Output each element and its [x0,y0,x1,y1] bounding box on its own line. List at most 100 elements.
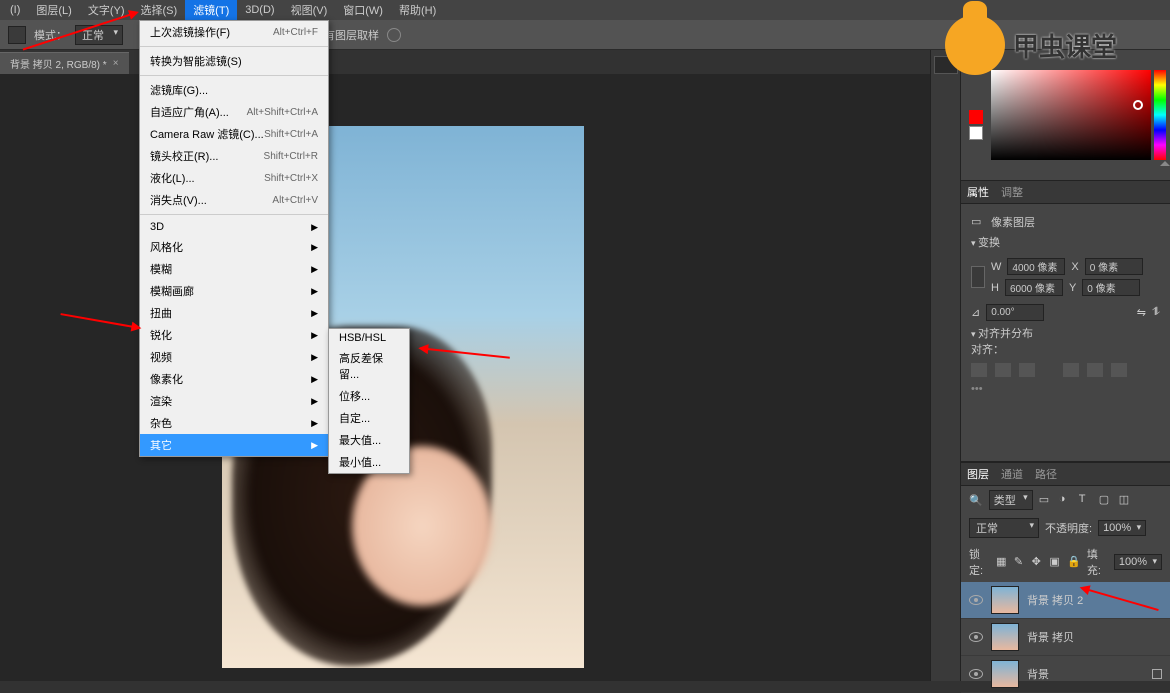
align-center-icon[interactable] [995,363,1011,377]
menu-distort[interactable]: 扭曲▶ [140,302,328,324]
menu-item[interactable]: 3D(D) [237,2,282,18]
menu-noise[interactable]: 杂色▶ [140,412,328,434]
menu-vanishing-point[interactable]: 消失点(V)... Alt+Ctrl+V [140,189,328,211]
tab-channels[interactable]: 通道 [1001,466,1023,482]
filter-pixel-icon[interactable]: ▭ [1039,493,1053,507]
fill-dropdown[interactable]: 100% [1114,554,1162,570]
tab-properties[interactable]: 属性 [967,184,989,200]
tool-preset-icon[interactable] [8,26,26,44]
blend-mode-dropdown[interactable]: 正常 [969,518,1039,538]
menu-pixelate[interactable]: 像素化▶ [140,368,328,390]
menu-blur-gallery[interactable]: 模糊画廊▶ [140,280,328,302]
menu-item[interactable]: 视图(V) [283,0,336,20]
submenu-offset[interactable]: 位移... [329,385,409,407]
menu-blur[interactable]: 模糊▶ [140,258,328,280]
align-bottom-icon[interactable] [1111,363,1127,377]
menu-smart-filter[interactable]: 转换为智能滤镜(S) [140,50,328,72]
layer-row[interactable]: 背景 拷贝 [961,619,1170,656]
align-right-icon[interactable] [1019,363,1035,377]
layer-thumb[interactable] [991,586,1019,614]
menu-label: 锐化 [150,327,172,343]
submenu-custom[interactable]: 自定... [329,407,409,429]
layer-row[interactable]: 背景 [961,656,1170,693]
menu-stylize[interactable]: 风格化▶ [140,236,328,258]
lock-artboard-icon[interactable]: ▣ [1049,555,1061,569]
filter-type-dropdown[interactable]: 类型 [989,490,1033,510]
flip-h-icon[interactable]: ⇋ [1137,306,1146,319]
menu-last-filter[interactable]: 上次滤镜操作(F) Alt+Ctrl+F [140,21,328,43]
menu-label: 转换为智能滤镜(S) [150,53,242,69]
menu-lens-correction[interactable]: 镜头校正(R)... Shift+Ctrl+R [140,145,328,167]
menu-item[interactable]: (I) [2,2,28,18]
more-icon[interactable]: ••• [971,383,1160,395]
lock-all-icon[interactable]: 🔒 [1067,555,1081,569]
transform-section[interactable]: 变换 [971,234,1160,250]
layer-name[interactable]: 背景 拷贝 [1027,629,1074,645]
visibility-icon[interactable] [969,632,983,642]
filter-smart-icon[interactable]: ◫ [1119,493,1133,507]
layer-thumb[interactable] [991,660,1019,688]
foreground-swatch[interactable] [969,110,983,124]
menu-item[interactable]: 图层(L) [28,0,79,20]
menu-sharpen[interactable]: 锐化▶ [140,324,328,346]
mode-dropdown[interactable]: 正常 [75,25,123,45]
document-tab[interactable]: 背景 拷贝 2, RGB/8) * × [0,52,129,74]
hue-indicator-icon [1160,161,1170,166]
layer-row[interactable]: 背景 拷贝 2 [961,582,1170,619]
lock-position-icon[interactable]: ✥ [1032,555,1044,569]
menu-filter-gallery[interactable]: 滤镜库(G)... [140,79,328,101]
height-input[interactable] [1005,279,1063,296]
layer-thumb[interactable] [991,623,1019,651]
menu-item-filter[interactable]: 滤镜(T) [185,0,237,20]
lock-transparent-icon[interactable]: ▦ [996,555,1008,569]
x-label: X [1071,261,1078,273]
menu-item[interactable]: 窗口(W) [335,0,391,20]
panel-collapse-strip [930,50,960,681]
tab-adjustments[interactable]: 调整 [1001,184,1023,200]
filter-shape-icon[interactable]: ▢ [1099,493,1113,507]
submenu-maximum[interactable]: 最大值... [329,429,409,451]
menu-3d[interactable]: 3D▶ [140,218,328,236]
align-left-icon[interactable] [971,363,987,377]
tab-layers[interactable]: 图层 [967,466,989,482]
layer-name[interactable]: 背景 拷贝 2 [1027,592,1083,608]
opacity-dropdown[interactable]: 100% [1098,520,1146,536]
angle-input[interactable] [986,304,1044,321]
link-icon[interactable] [971,266,985,288]
menu-video[interactable]: 视频▶ [140,346,328,368]
search-icon[interactable]: 🔍 [969,494,983,507]
width-input[interactable] [1007,258,1065,275]
close-tab-icon[interactable]: × [113,58,119,69]
menu-camera-raw[interactable]: Camera Raw 滤镜(C)... Shift+Ctrl+A [140,123,328,145]
menu-item[interactable]: 选择(S) [133,0,186,20]
color-field[interactable] [991,70,1151,160]
tab-paths[interactable]: 路径 [1035,466,1057,482]
align-middle-icon[interactable] [1087,363,1103,377]
filter-type-icon[interactable]: T [1079,493,1093,507]
visibility-icon[interactable] [969,595,983,605]
opacity-label: 不透明度: [1045,520,1092,536]
reset-icon[interactable] [387,28,401,42]
x-input[interactable] [1085,258,1143,275]
filter-adjust-icon[interactable]: ◑ [1059,493,1073,507]
lock-image-icon[interactable]: ✎ [1014,555,1026,569]
submenu-hsbhsl[interactable]: HSB/HSL [329,329,409,347]
submenu-high-pass[interactable]: 高反差保留... [329,347,409,385]
menu-label: 液化(L)... [150,170,195,186]
menu-item[interactable]: 帮助(H) [391,0,444,20]
other-submenu: HSB/HSL 高反差保留... 位移... 自定... 最大值... 最小值.… [328,328,410,474]
align-top-icon[interactable] [1063,363,1079,377]
menu-render[interactable]: 渲染▶ [140,390,328,412]
background-swatch[interactable] [969,126,983,140]
submenu-minimum[interactable]: 最小值... [329,451,409,473]
menu-adaptive-wide[interactable]: 自适应广角(A)... Alt+Shift+Ctrl+A [140,101,328,123]
visibility-icon[interactable] [969,669,983,679]
y-input[interactable] [1082,279,1140,296]
menu-other[interactable]: 其它▶ [140,434,328,456]
menu-liquify[interactable]: 液化(L)... Shift+Ctrl+X [140,167,328,189]
flip-v-icon[interactable]: ⥮ [1152,306,1160,319]
align-section[interactable]: 对齐并分布 [971,325,1160,341]
layer-name[interactable]: 背景 [1027,666,1049,682]
lock-row: 锁定: ▦ ✎ ✥ ▣ 🔒 填充: 100% [961,542,1170,582]
hue-slider[interactable] [1154,70,1166,160]
